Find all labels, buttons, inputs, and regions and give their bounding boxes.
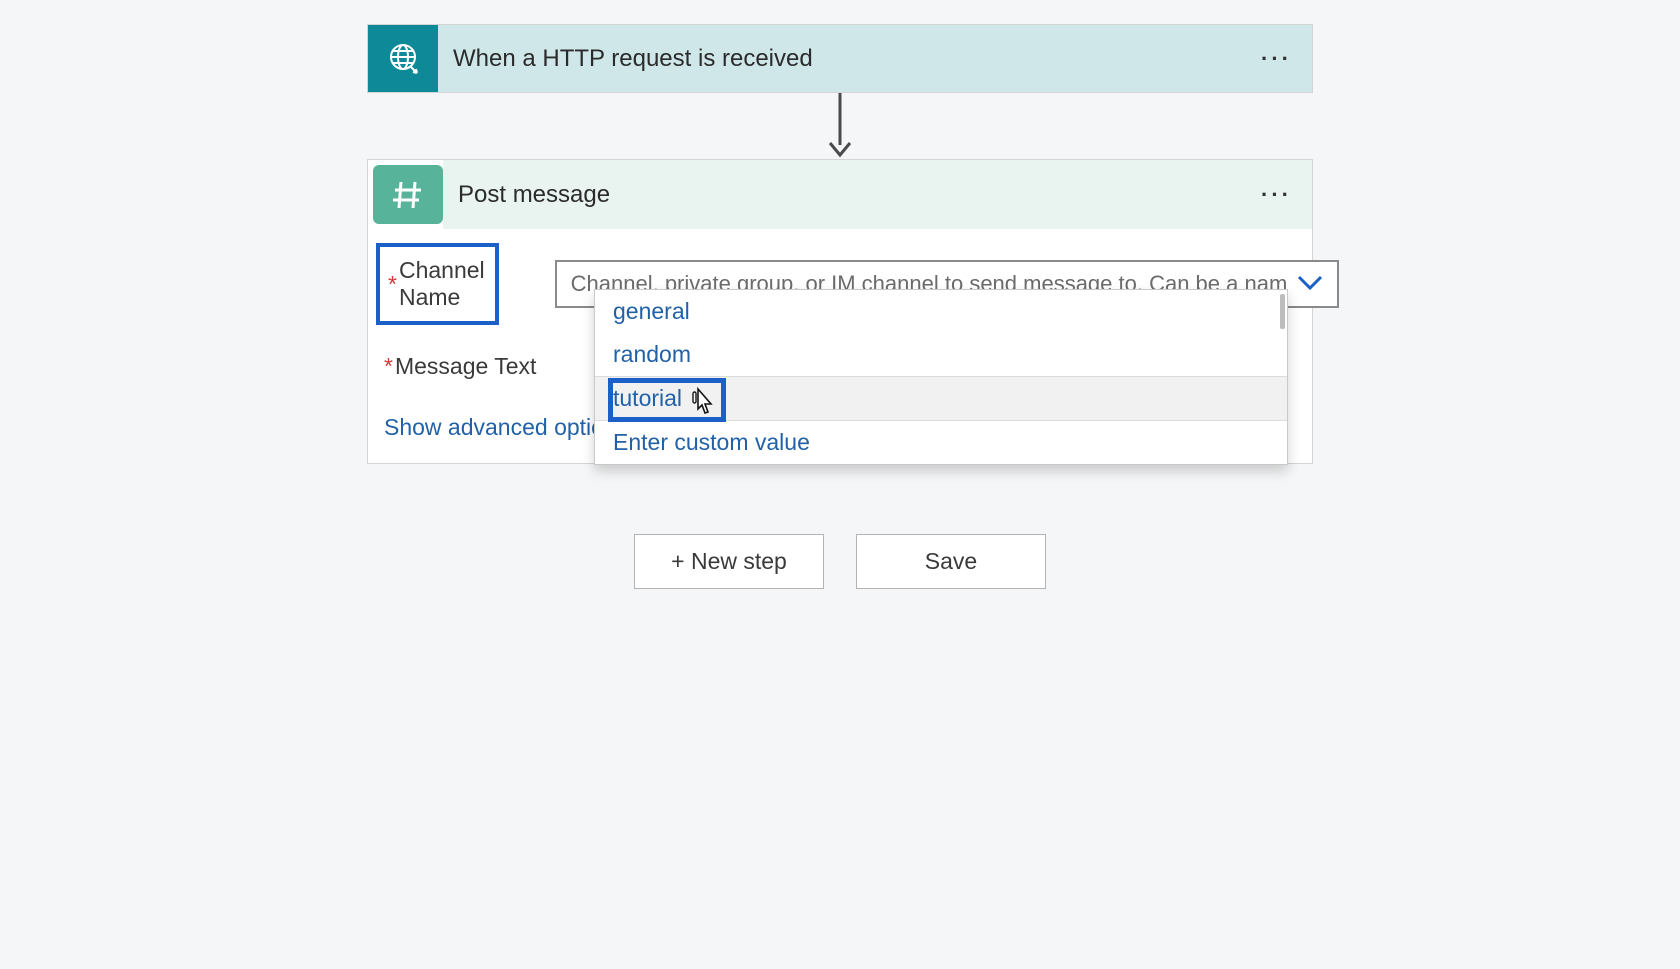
action-card: Post message ··· *Channel Name Channel, … [367, 159, 1313, 464]
trigger-menu-icon[interactable]: ··· [1261, 46, 1292, 72]
save-label: Save [925, 548, 977, 575]
save-button[interactable]: Save [856, 534, 1046, 589]
flow-arrow [367, 93, 1313, 159]
channel-name-label: *Channel Name [376, 243, 499, 325]
trigger-title: When a HTTP request is received [453, 45, 813, 73]
dropdown-item-tutorial-label: tutorial [613, 385, 682, 411]
action-header[interactable]: Post message ··· [443, 160, 1312, 229]
http-request-icon [368, 25, 438, 92]
mouse-cursor-icon [689, 387, 715, 425]
dropdown-item-general[interactable]: general [595, 290, 1287, 333]
message-text-label-text: Message Text [395, 353, 536, 380]
dropdown-item-tutorial[interactable]: tutorial [595, 376, 1287, 421]
action-title: Post message [458, 181, 610, 209]
message-text-label: *Message Text [384, 353, 594, 380]
action-menu-icon[interactable]: ··· [1261, 182, 1292, 208]
new-step-button[interactable]: + New step [634, 534, 824, 589]
trigger-header[interactable]: When a HTTP request is received ··· [438, 25, 1312, 92]
channel-name-label-text: Channel Name [399, 257, 485, 311]
trigger-card[interactable]: When a HTTP request is received ··· [367, 24, 1313, 93]
chevron-down-icon [1297, 271, 1323, 297]
channel-dropdown-panel: general random tutorial Enter custom val… [594, 289, 1288, 465]
bottom-button-row: + New step Save [367, 534, 1313, 589]
slack-hash-icon [373, 165, 443, 224]
new-step-label: + New step [671, 548, 787, 575]
dropdown-item-random[interactable]: random [595, 333, 1287, 376]
dropdown-item-custom[interactable]: Enter custom value [595, 421, 1287, 464]
